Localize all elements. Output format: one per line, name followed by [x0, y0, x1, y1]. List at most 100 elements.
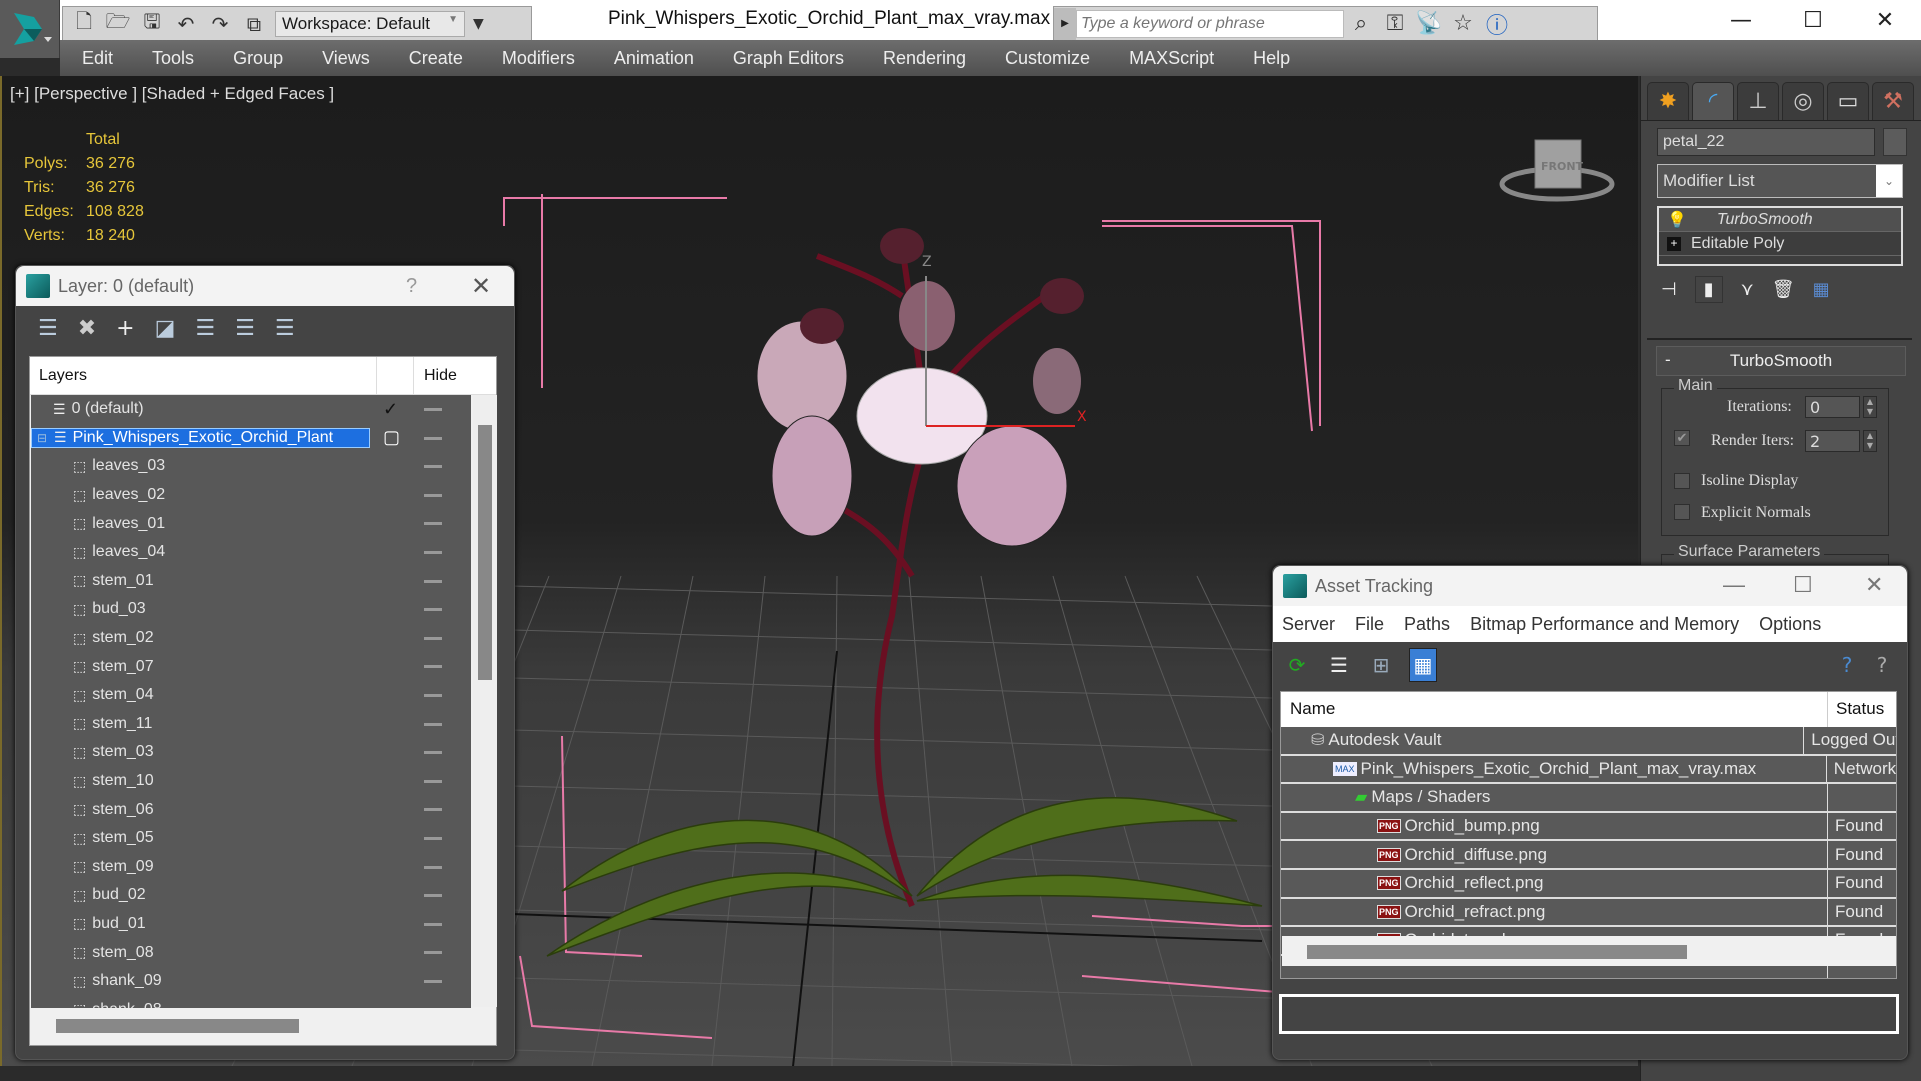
refresh-icon[interactable]: ⟳: [1283, 648, 1311, 682]
tab-modify[interactable]: ◜: [1692, 82, 1734, 120]
make-unique-icon[interactable]: ⋎: [1741, 279, 1754, 300]
modifier-list-dropdown[interactable]: Modifier List ⌄: [1657, 164, 1903, 198]
hide-toggle[interactable]: [424, 808, 442, 812]
binoculars-icon[interactable]: ⌕: [1344, 9, 1378, 39]
horizontal-scrollbar[interactable]: [31, 1008, 471, 1044]
new-file-icon[interactable]: 🗋: [71, 9, 97, 37]
hide-toggle[interactable]: [424, 636, 442, 640]
hide-toggle[interactable]: [424, 979, 442, 983]
menu-create[interactable]: Create: [409, 48, 463, 69]
project-icon[interactable]: ⧉: [241, 11, 267, 37]
current-layer-checkmark-icon[interactable]: ✓: [383, 399, 398, 420]
menu-tools[interactable]: Tools: [152, 48, 194, 69]
object-row[interactable]: ⬚ stem_09: [31, 853, 471, 882]
isoline-display-checkbox[interactable]: [1674, 473, 1690, 489]
remove-modifier-icon[interactable]: 🗑: [1772, 279, 1795, 300]
asset-row[interactable]: ▰ Maps / Shaders: [1281, 784, 1896, 813]
scrollbar-thumb[interactable]: [56, 1019, 299, 1033]
menu-maxscript[interactable]: MAXScript: [1129, 48, 1214, 69]
hide-toggle[interactable]: [424, 693, 442, 697]
hide-toggle[interactable]: [424, 951, 442, 955]
asset-menu-bitmap-performance-and-memory[interactable]: Bitmap Performance and Memory: [1470, 614, 1739, 635]
asset-row[interactable]: MAX Pink_Whispers_Exotic_Orchid_Plant_max…: [1281, 755, 1896, 785]
hide-toggle[interactable]: [424, 836, 442, 840]
set-current-box-icon[interactable]: ▢: [383, 427, 400, 448]
open-folder-icon[interactable]: 🗁: [105, 9, 131, 37]
asset-menu-file[interactable]: File: [1355, 614, 1384, 635]
tab-motion[interactable]: ◎: [1782, 82, 1824, 120]
menu-help[interactable]: Help: [1253, 48, 1290, 69]
asset-menu-options[interactable]: Options: [1759, 614, 1821, 635]
hide-toggle[interactable]: [424, 436, 442, 440]
column-name[interactable]: Name: [1281, 692, 1828, 727]
asset-row[interactable]: PNG Orchid_diffuse.png Found: [1281, 841, 1896, 870]
column-hide[interactable]: Hide: [414, 367, 464, 385]
undo-icon[interactable]: ↶: [173, 11, 199, 37]
horizontal-scrollbar[interactable]: [1282, 936, 1896, 966]
list-view-icon[interactable]: ☰: [1325, 648, 1353, 682]
object-row[interactable]: ⬚ leaves_02: [31, 481, 471, 510]
object-name-field[interactable]: petal_22: [1657, 128, 1875, 156]
show-end-result-icon[interactable]: ▮: [1694, 275, 1723, 303]
hide-toggle[interactable]: [424, 493, 442, 497]
object-row[interactable]: ⬚ stem_11: [31, 710, 471, 739]
tab-create[interactable]: ✸: [1647, 82, 1689, 120]
object-row[interactable]: ⬚ leaves_03: [31, 452, 471, 481]
explicit-normals-checkbox[interactable]: [1674, 504, 1690, 520]
hide-toggle[interactable]: [424, 922, 442, 926]
star-icon[interactable]: ☆: [1446, 9, 1480, 39]
hide-toggle[interactable]: [424, 522, 442, 526]
maximize-button[interactable]: ☐: [1777, 0, 1849, 40]
object-row[interactable]: ⬚ shank_08: [31, 995, 471, 1008]
object-row[interactable]: ⬚ stem_03: [31, 738, 471, 767]
configure-sets-icon[interactable]: ▦: [1813, 279, 1830, 300]
object-row[interactable]: ⬚ shank_09: [31, 967, 471, 996]
hide-toggle[interactable]: [424, 865, 442, 869]
table-view-icon[interactable]: ▦: [1409, 647, 1437, 682]
tab-utilities[interactable]: ⚒: [1872, 82, 1914, 120]
object-color-swatch[interactable]: [1883, 128, 1907, 156]
tab-display[interactable]: ▭: [1827, 82, 1869, 120]
stack-item-editable-poly[interactable]: + Editable Poly: [1659, 232, 1901, 256]
search-input[interactable]: [1076, 9, 1344, 38]
spinner-arrows-icon[interactable]: ▲ ▼: [1863, 430, 1877, 452]
dialog-title-bar[interactable]: Asset Tracking — ☐ ✕: [1273, 566, 1907, 606]
close-button[interactable]: ✕: [471, 272, 491, 301]
iterations-spinner[interactable]: 0: [1805, 396, 1860, 418]
hide-toggle[interactable]: [424, 894, 442, 898]
layer-properties-icon[interactable]: ☰: [275, 316, 295, 341]
close-button[interactable]: ✕: [1865, 572, 1883, 598]
hide-toggle[interactable]: [424, 751, 442, 755]
layer-row[interactable]: ☰ 0 (default) ✓: [31, 395, 471, 424]
object-row[interactable]: ⬚ stem_04: [31, 681, 471, 710]
object-row[interactable]: ⬚ stem_01: [31, 567, 471, 596]
asset-menu-server[interactable]: Server: [1282, 614, 1335, 635]
object-row[interactable]: ⬚ stem_06: [31, 795, 471, 824]
toolbar-options-icon[interactable]: ▼: [473, 16, 484, 32]
stack-item-turbosmooth[interactable]: 💡 TurboSmooth: [1659, 208, 1901, 232]
column-current[interactable]: [377, 356, 414, 395]
hide-toggle[interactable]: [424, 722, 442, 726]
turbosmooth-rollout-header[interactable]: - TurboSmooth: [1656, 346, 1906, 376]
object-row[interactable]: ⬚ leaves_04: [31, 538, 471, 567]
column-layers[interactable]: Layers: [30, 356, 377, 395]
hide-toggle[interactable]: [424, 408, 442, 411]
spinner-arrows-icon[interactable]: ▲ ▼: [1863, 396, 1877, 418]
hide-toggle[interactable]: [424, 779, 442, 783]
menu-views[interactable]: Views: [322, 48, 370, 69]
expand-icon[interactable]: +: [1667, 236, 1681, 251]
minimize-button[interactable]: —: [1705, 0, 1777, 40]
pin-stack-icon[interactable]: ⊣: [1661, 279, 1677, 300]
asset-row[interactable]: ⛁ Autodesk Vault Logged Out: [1281, 727, 1896, 756]
viewport-label[interactable]: [+] [Perspective ] [Shaded + Edged Faces…: [10, 84, 334, 104]
menu-animation[interactable]: Animation: [614, 48, 694, 69]
asset-row[interactable]: PNG Orchid_refract.png Found: [1281, 898, 1896, 928]
close-button[interactable]: ✕: [1849, 0, 1921, 40]
object-row[interactable]: ⬚ stem_10: [31, 767, 471, 796]
scrollbar-thumb[interactable]: [478, 425, 492, 680]
asset-row[interactable]: PNG Orchid_bump.png Found: [1281, 812, 1896, 842]
object-row[interactable]: ⬚ stem_05: [31, 824, 471, 853]
menu-customize[interactable]: Customize: [1005, 48, 1090, 69]
object-row[interactable]: ⬚ stem_02: [31, 624, 471, 653]
column-status[interactable]: Status: [1828, 692, 1892, 727]
